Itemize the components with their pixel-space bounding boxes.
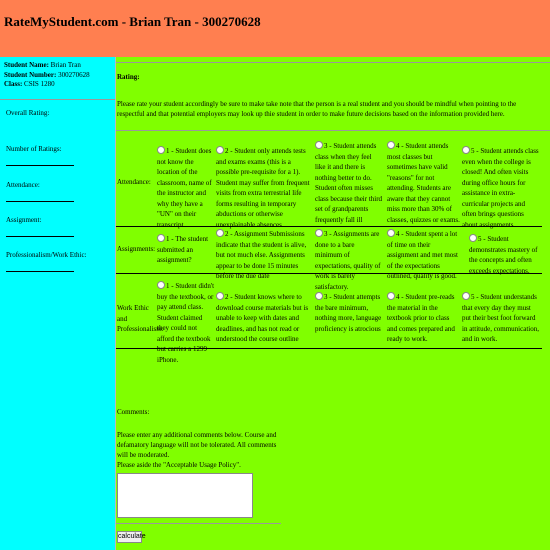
work-ethic-option-2[interactable]: 2 - Student knows where to download cour… [216,292,312,345]
professionalism-value-line [6,271,74,272]
assignments-radio-3[interactable] [315,229,323,237]
attendance-radio-1[interactable] [157,146,165,154]
comments-instructions: Please enter any additional comments bel… [117,431,277,469]
attendance-value-line [6,201,74,202]
student-name-row: Student Name: Brian Tran [4,61,81,69]
assignment-value-line [6,236,74,237]
assignments-option-3[interactable]: 3 - Assignments are done to a bare minim… [315,229,383,292]
work-ethic-row-divider [116,348,542,349]
comments-divider [116,523,281,524]
assignments-radio-2[interactable] [216,229,224,237]
attendance-option-5[interactable]: 5 - Student attends class even when the … [462,146,541,230]
rating-instructions: Please rate your student accordingly be … [117,100,517,118]
sidebar-divider [0,99,115,100]
assignments-option-1[interactable]: 1 - The student submitted an assignment? [157,234,215,266]
assignments-option-5[interactable]: 5 - Student demonstrates mastery of the … [469,234,541,276]
comments-heading: Comments: [117,408,150,416]
work-ethic-radio-5[interactable] [462,292,470,300]
professionalism-label: Professionalism/Work Ethic: [6,251,87,259]
work-ethic-option-4[interactable]: 4 - Student pre-reads the material in th… [387,292,460,345]
rating-divider [116,130,550,131]
attendance-option-1[interactable]: 1 - Student does not know the location o… [157,146,215,230]
assignment-label: Assignment: [6,216,42,224]
rating-heading: Rating: [117,73,140,81]
work-ethic-radio-1[interactable] [157,281,165,289]
work-ethic-option-1[interactable]: 1 - Student didn't buy the textbook, or … [157,281,215,365]
attendance-label: Attendance: [6,181,40,189]
work-ethic-radio-4[interactable] [387,292,395,300]
attendance-option-2[interactable]: 2 - Student only attends tests and exams… [216,146,312,230]
attendance-radio-3[interactable] [315,141,323,149]
attendance-option-4[interactable]: 4 - Student attends most classes but som… [387,141,460,225]
work-ethic-radio-3[interactable] [315,292,323,300]
student-info: Student Name: Brian Tran Student Number:… [4,61,112,90]
site-header: RateMyStudent.com - Brian Tran - 3002706… [0,0,550,57]
calculate-button[interactable]: calculate [117,531,146,543]
work-ethic-option-3[interactable]: 3 - Student attempts the bare minimum, n… [315,292,383,334]
work-ethic-option-5[interactable]: 5 - Student understands that every day t… [462,292,541,345]
sidebar: Student Name: Brian Tran Student Number:… [0,57,116,550]
attendance-row-label: Attendance: [117,178,151,186]
attendance-option-3[interactable]: 3 - Student attends class when they feel… [315,141,383,225]
attendance-radio-4[interactable] [387,141,395,149]
attendance-radio-2[interactable] [216,146,224,154]
assignments-radio-1[interactable] [157,234,165,242]
assignments-row-divider [116,273,542,274]
attendance-radio-5[interactable] [462,146,470,154]
assignments-radio-5[interactable] [469,234,477,242]
number-of-ratings-value-line [6,165,74,166]
class-row: Class: CSIS 1280 [4,80,55,88]
work-ethic-radio-2[interactable] [216,292,224,300]
assignments-radio-4[interactable] [387,229,395,237]
assignments-row-label: Assignments: [117,245,156,253]
overall-rating-label: Overall Rating: [6,109,50,117]
comments-textarea[interactable] [117,473,253,518]
attendance-row-divider [116,226,542,227]
main-top-divider [116,62,550,63]
site-title: RateMyStudent.com - Brian Tran - 3002706… [4,14,261,29]
number-of-ratings-label: Number of Ratings: [6,145,62,153]
student-number-row: Student Number: 300270628 [4,70,90,79]
work-ethic-row-label: Work Ethic and Professionalism: [117,304,164,333]
